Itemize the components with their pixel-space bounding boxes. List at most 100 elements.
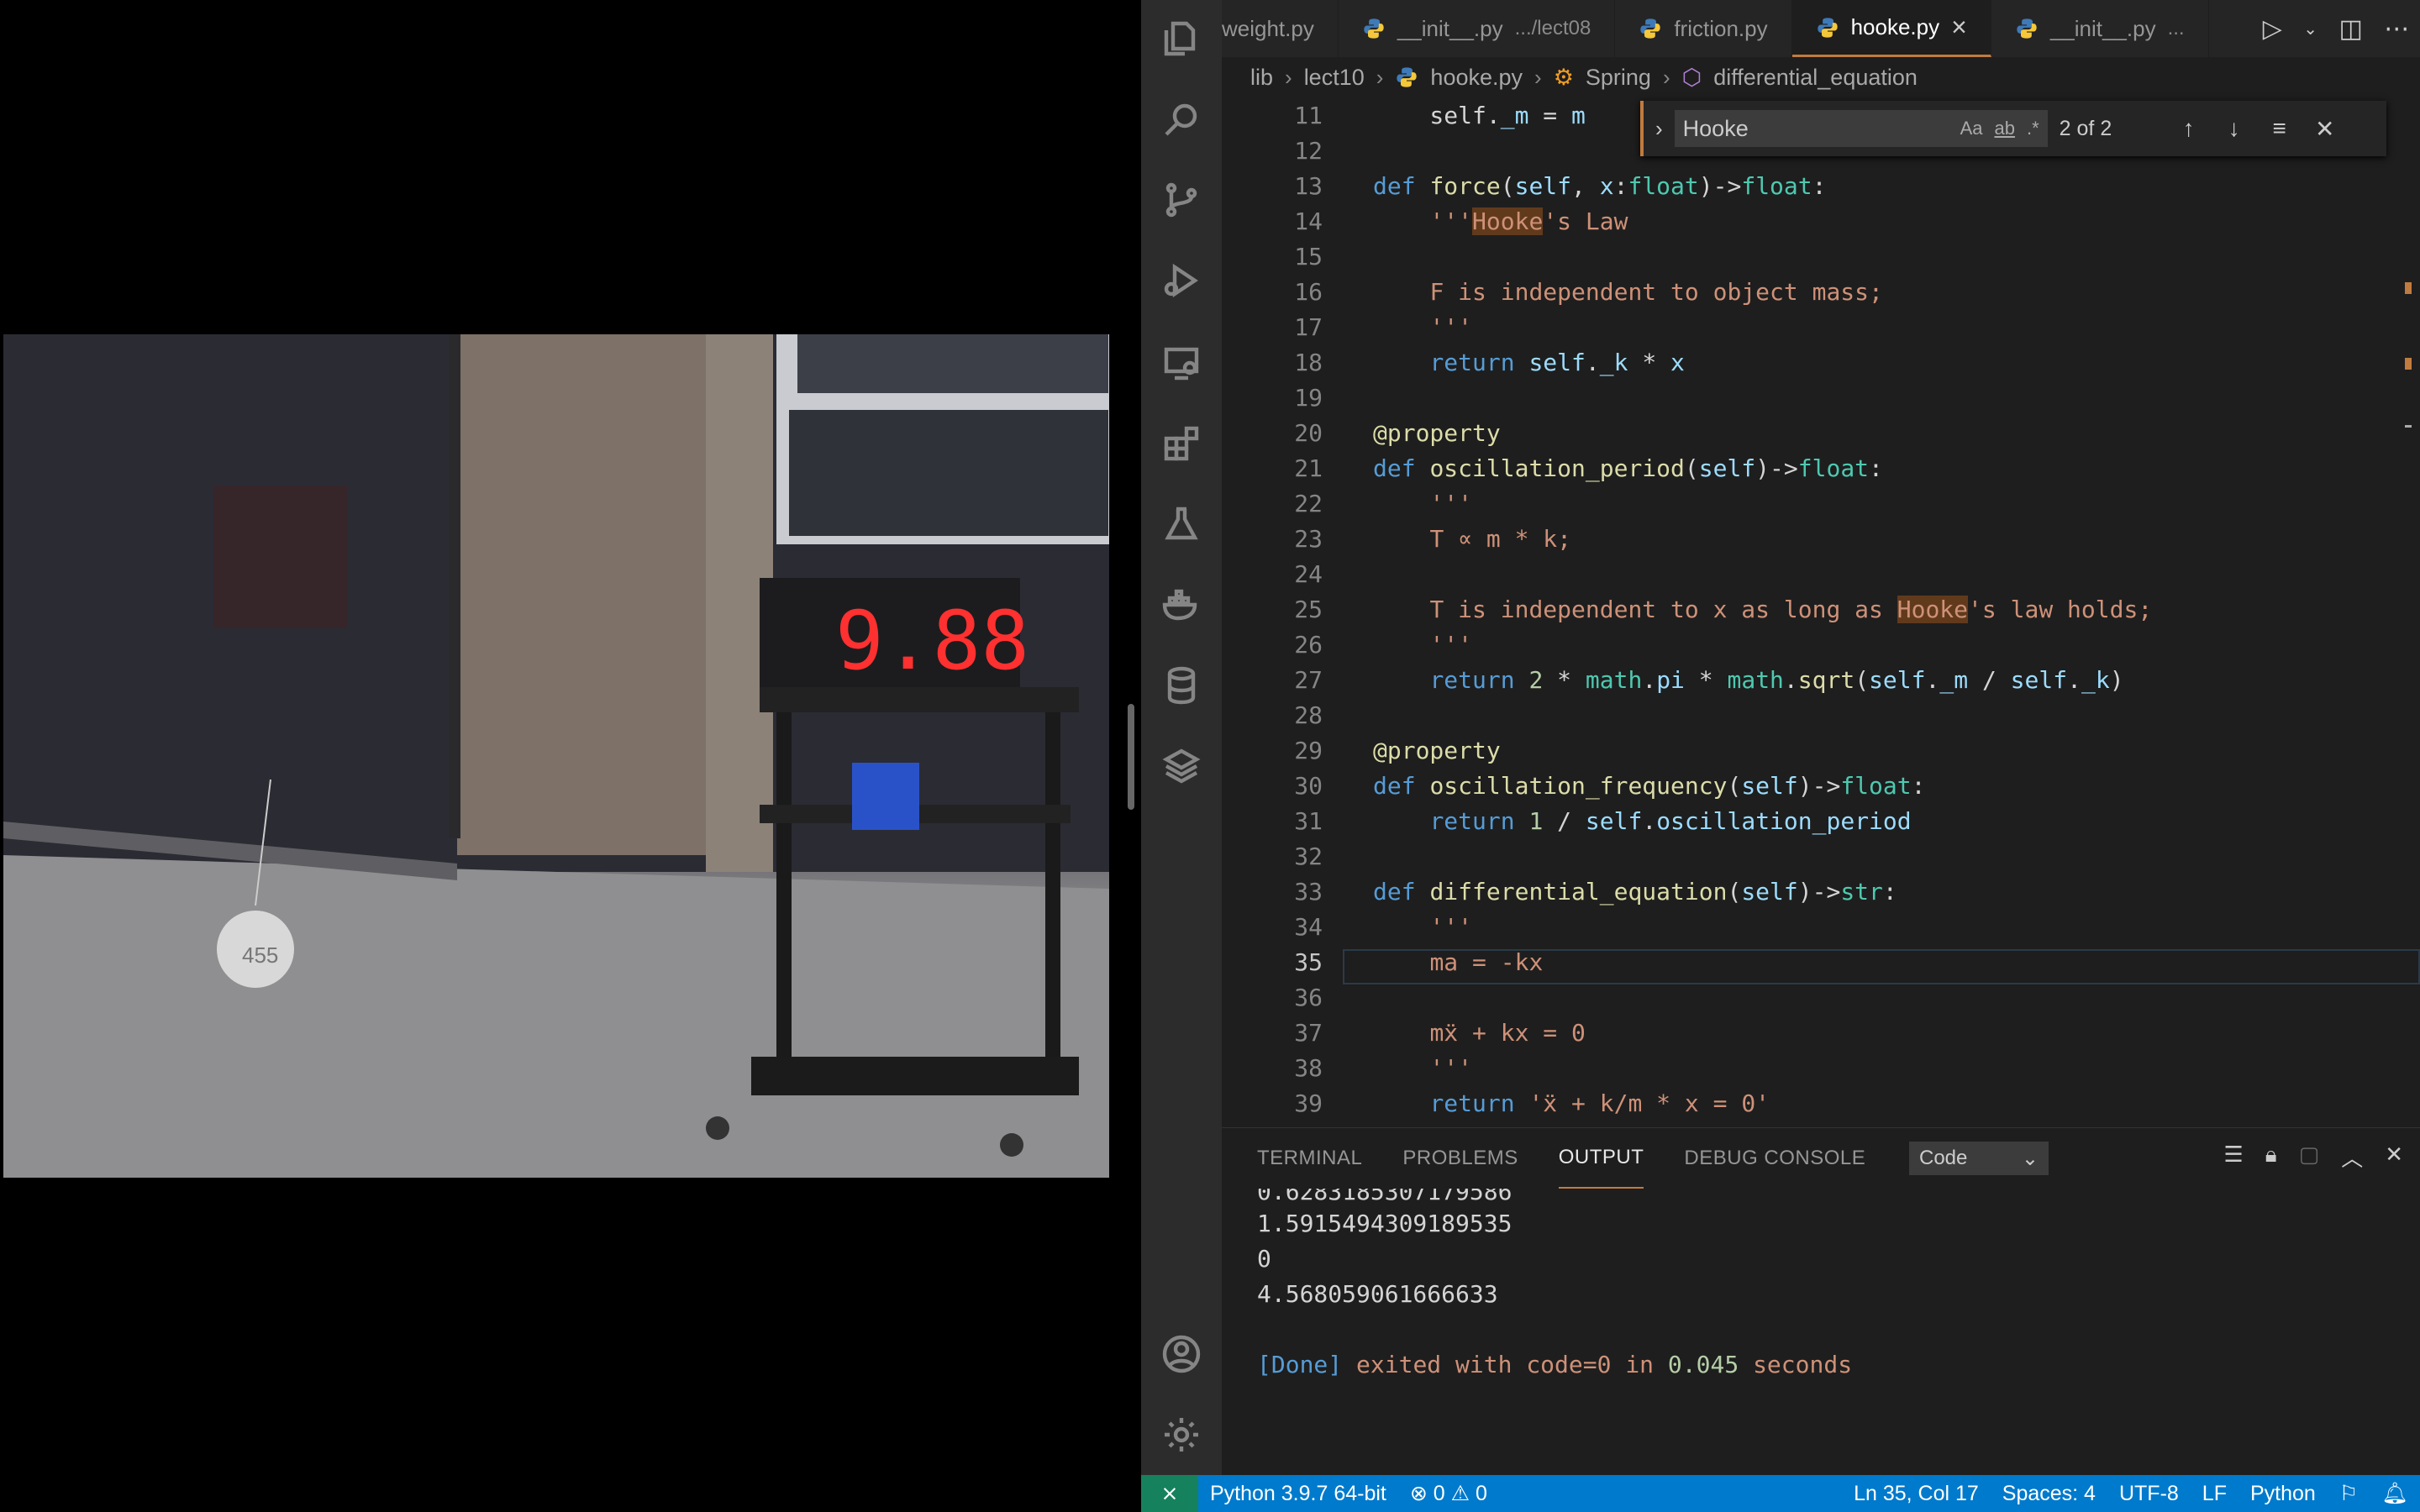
code-line: 30 def oscillation_frequency(self)->float…: [1294, 771, 1926, 800]
more-actions-icon[interactable]: ⋯: [2384, 14, 2409, 44]
breadcrumb-class[interactable]: Spring: [1586, 65, 1651, 91]
code-editor[interactable]: 11 self._m = m 12 13 def force(self, x:fl…: [1222, 97, 2420, 1127]
done-text: exited with: [1356, 1350, 1512, 1378]
tab-problems[interactable]: PROBLEMS: [1402, 1128, 1518, 1189]
split-editor-icon[interactable]: ◫: [2338, 14, 2362, 44]
open-log-icon[interactable]: ▢: [2299, 1142, 2320, 1173]
tab-init-other[interactable]: __init__.py ...: [1991, 0, 2209, 57]
pane-resize-handle[interactable]: [1128, 704, 1134, 810]
code-line: 21 def oscillation_period(self)->float:: [1294, 454, 1883, 482]
code-line: 37 mẍ + kx = 0: [1294, 1018, 1586, 1047]
output-channel-select[interactable]: Code ⌄: [1909, 1142, 2049, 1175]
match-whole-word-toggle[interactable]: ab: [1995, 118, 2015, 139]
previous-match-arrow-up-icon[interactable]: ↑: [2172, 115, 2206, 142]
run-file-icon[interactable]: ▷: [2263, 14, 2282, 44]
find-input[interactable]: Hooke Aa ab .*: [1674, 110, 2048, 147]
breadcrumb: lib › lect10 › hooke.py › ⚙ Spring › ⬡ d…: [1222, 57, 2420, 97]
cursor-position[interactable]: Ln 35, Col 17: [1842, 1482, 1991, 1506]
tab-init-lect08[interactable]: __init__.py .../lect08: [1339, 0, 1616, 57]
language-mode[interactable]: Python: [2238, 1482, 2328, 1506]
lock-scroll-icon[interactable]: 🔒︎: [2265, 1142, 2277, 1173]
regex-toggle[interactable]: .*: [2027, 118, 2039, 139]
run-debug-icon[interactable]: [1158, 257, 1205, 304]
breadcrumb-lect10[interactable]: lect10: [1304, 65, 1365, 91]
done-unit: seconds: [1753, 1350, 1853, 1378]
python-file-icon: [1640, 18, 1660, 39]
tab-weight[interactable]: weight.py: [1222, 0, 1339, 57]
code-line: 24: [1294, 559, 1323, 588]
run-dropdown-chevron-icon[interactable]: ⌄: [2303, 18, 2317, 39]
code-line: 22 ''': [1294, 489, 1473, 517]
warning-icon: ⚠: [1450, 1482, 1470, 1505]
tab-label: friction.py: [1674, 15, 1768, 41]
testing-icon[interactable]: [1158, 501, 1205, 548]
code-line: 16 F is independent to object mass;: [1294, 277, 1883, 306]
match-case-toggle[interactable]: Aa: [1960, 118, 1983, 139]
tab-friction[interactable]: friction.py: [1615, 0, 1792, 57]
tab-label: __init__.py: [1397, 15, 1503, 41]
video-scene: 455 9.88: [3, 334, 1109, 1178]
encoding[interactable]: UTF-8: [2107, 1482, 2191, 1506]
search-icon[interactable]: [1158, 96, 1205, 143]
source-control-icon[interactable]: [1158, 176, 1205, 223]
error-icon: ⊗: [1409, 1482, 1428, 1505]
explorer-icon[interactable]: [1158, 15, 1205, 62]
maximize-panel-chevron-up-icon[interactable]: ︿: [2341, 1142, 2363, 1173]
warning-count: 0: [1476, 1482, 1487, 1505]
remote-indicator-icon[interactable]: ⨯: [1141, 1475, 1198, 1512]
output-line: 1.5915494309189535: [1257, 1209, 1512, 1237]
screen: 455 9.88 weight.py __init__.py .../lect0…: [0, 0, 2420, 1512]
editor-actions: ▷ ⌄ ◫ ⋯: [2252, 0, 2420, 57]
output-done-line: [Done] exited with code=0 in 0.045 secon…: [1257, 1347, 1852, 1382]
chevron-right-icon: ›: [1534, 64, 1542, 90]
python-file-icon: [1817, 17, 1838, 38]
feedback-icon[interactable]: ⚐: [2328, 1481, 2370, 1506]
code-line: 19: [1294, 383, 1323, 412]
close-find-icon[interactable]: ✕: [2308, 115, 2342, 143]
code-line: 23 T ∝ m * k;: [1294, 524, 1572, 553]
tab-debug-console[interactable]: DEBUG CONSOLE: [1684, 1128, 1865, 1189]
code-line: 28: [1294, 701, 1323, 729]
output-line: 0.6283185307179586: [1257, 1189, 1512, 1205]
tab-output[interactable]: OUTPUT: [1558, 1128, 1644, 1189]
tab-label: weight.py: [1222, 15, 1314, 41]
code-line: 13 def force(self, x:float)->float:: [1294, 171, 1827, 200]
tab-close-icon[interactable]: ×: [1951, 12, 1967, 43]
timer-display: 9.88: [835, 594, 1029, 688]
end-of-line[interactable]: LF: [2191, 1482, 2238, 1506]
settings-gear-icon[interactable]: [1158, 1411, 1205, 1458]
done-code: code=0: [1526, 1350, 1612, 1378]
output-line: 4.568059061666633: [1257, 1279, 1498, 1308]
code-line: 18 return self._k * x: [1294, 348, 1685, 376]
breadcrumb-lib[interactable]: lib: [1250, 65, 1273, 91]
breadcrumb-method[interactable]: differential_equation: [1713, 65, 1918, 91]
bottom-panel: TERMINAL PROBLEMS OUTPUT DEBUG CONSOLE C…: [1222, 1127, 2420, 1475]
code-line: 34 ''': [1294, 912, 1473, 941]
find-in-selection-icon[interactable]: ≡: [2263, 115, 2296, 142]
done-in: in: [1625, 1350, 1655, 1378]
close-panel-icon[interactable]: ✕: [2385, 1142, 2403, 1173]
indentation[interactable]: Spaces: 4: [1991, 1482, 2107, 1506]
output-content[interactable]: 0.6283185307179586 1.5915494309189535 0 …: [1257, 1189, 1852, 1382]
next-match-arrow-down-icon[interactable]: ↓: [2217, 115, 2251, 142]
remote-explorer-icon[interactable]: [1158, 339, 1205, 386]
clear-output-icon[interactable]: ☰: [2223, 1142, 2243, 1173]
notifications-bell-icon[interactable]: 🔔︎: [2370, 1482, 2420, 1506]
tab-terminal[interactable]: TERMINAL: [1257, 1128, 1362, 1189]
tab-hooke[interactable]: hooke.py ×: [1791, 0, 1991, 57]
extensions-icon[interactable]: [1158, 420, 1205, 467]
video-frame[interactable]: 455 9.88: [3, 334, 1109, 1178]
find-widget: › Hooke Aa ab .* 2 of 2 ↑ ↓ ≡ ✕: [1640, 101, 2386, 156]
toggle-replace-chevron-icon[interactable]: ›: [1655, 116, 1663, 142]
editor-tabs: weight.py __init__.py .../lect08 frictio…: [1222, 0, 2420, 57]
account-icon[interactable]: [1158, 1331, 1205, 1378]
layers-icon[interactable]: [1158, 743, 1205, 790]
overview-ruler: [2405, 282, 2412, 428]
python-file-icon: [1397, 67, 1418, 87]
python-interpreter[interactable]: Python 3.9.7 64-bit: [1198, 1482, 1398, 1506]
problems-indicator[interactable]: ⊗ 0 ⚠ 0: [1398, 1481, 1499, 1506]
method-icon: ⬡: [1681, 64, 1702, 90]
breadcrumb-file[interactable]: hooke.py: [1430, 65, 1523, 91]
docker-icon[interactable]: [1158, 581, 1205, 628]
database-icon[interactable]: [1158, 662, 1205, 709]
